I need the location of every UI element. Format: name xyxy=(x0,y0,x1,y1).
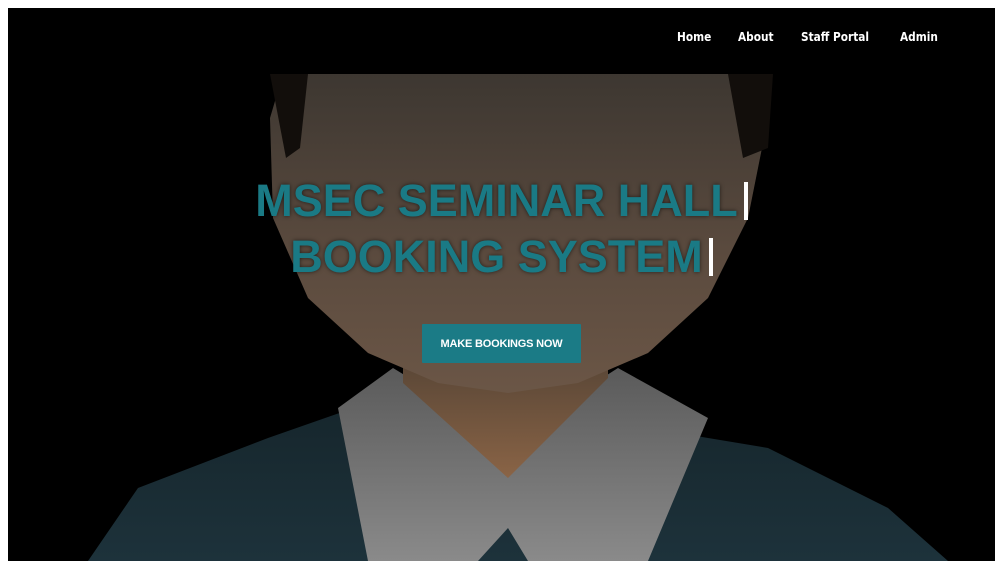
nav-link-about[interactable]: About xyxy=(738,30,774,44)
cta-wrapper: MAKE BOOKINGS NOW xyxy=(8,324,995,363)
hero-heading-block: MSEC SEMINAR HALL BOOKING SYSTEM xyxy=(8,173,995,285)
hero-title-line-2-text: BOOKING SYSTEM xyxy=(290,231,703,282)
typing-cursor xyxy=(708,238,713,276)
top-navigation: Home About Staff Portal Admin xyxy=(8,8,995,70)
nav-link-admin[interactable]: Admin xyxy=(900,30,938,44)
nav-link-staff-portal[interactable]: Staff Portal xyxy=(801,30,869,44)
nav-link-home[interactable]: Home xyxy=(677,30,711,44)
nav-links: Home About Staff Portal Admin xyxy=(677,30,943,44)
make-bookings-button[interactable]: MAKE BOOKINGS NOW xyxy=(421,324,582,363)
hero-title-line-1-text: MSEC SEMINAR HALL xyxy=(255,175,738,226)
typing-cursor xyxy=(743,182,748,220)
hero-title: MSEC SEMINAR HALL BOOKING SYSTEM xyxy=(8,173,995,285)
hero-title-line-1: MSEC SEMINAR HALL xyxy=(8,173,995,229)
hero-title-line-2: BOOKING SYSTEM xyxy=(8,229,995,285)
hero-section: Home About Staff Portal Admin MSEC SEMIN… xyxy=(8,8,995,561)
